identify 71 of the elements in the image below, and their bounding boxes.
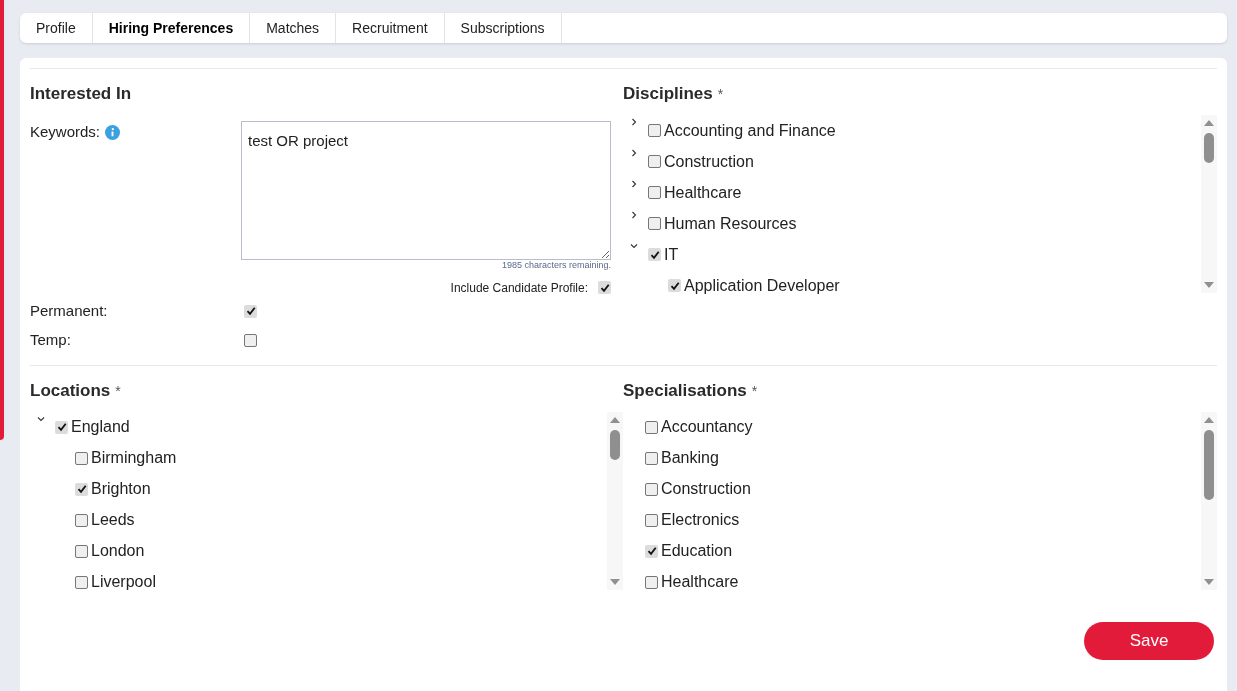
- checkbox-label: Temp:: [30, 329, 72, 350]
- checkbox[interactable]: [645, 544, 658, 558]
- tab[interactable]: Profile: [20, 13, 93, 43]
- tab[interactable]: Recruitment: [336, 13, 445, 43]
- list-item-label[interactable]: England: [71, 415, 130, 439]
- section-heading: Locations: [30, 379, 111, 402]
- list-item-label[interactable]: Healthcare: [664, 180, 742, 205]
- tab[interactable]: Subscriptions: [444, 13, 562, 43]
- checkbox[interactable]: [244, 304, 257, 318]
- checkbox[interactable]: [75, 575, 88, 589]
- scroll-up-icon[interactable]: [1203, 119, 1215, 127]
- checkbox[interactable]: [645, 451, 658, 465]
- list-item-label[interactable]: Birmingham: [91, 446, 177, 470]
- keywords-field[interactable]: test OR project: [241, 121, 611, 260]
- list-item-label[interactable]: Healthcare: [661, 570, 739, 594]
- list-item-label[interactable]: Brighton: [91, 477, 151, 501]
- section-heading: Interested In: [30, 83, 132, 105]
- required-mark: *: [717, 85, 724, 104]
- scrollbar[interactable]: [607, 411, 623, 590]
- scrollbar-thumb[interactable]: [1204, 429, 1214, 500]
- list-item-label[interactable]: Accounting and Finance: [664, 118, 836, 143]
- checkbox[interactable]: [645, 575, 658, 589]
- checkbox[interactable]: [75, 451, 88, 465]
- checkbox[interactable]: [648, 248, 661, 261]
- checkbox[interactable]: [55, 420, 68, 434]
- list-item-label[interactable]: Construction: [664, 149, 754, 174]
- scroll-up-icon[interactable]: [1203, 415, 1215, 424]
- checkbox-label: Permanent:: [30, 300, 109, 321]
- checkbox[interactable]: [648, 217, 661, 230]
- section-heading: Disciplines: [623, 83, 713, 105]
- field-label: Keywords:: [30, 121, 101, 142]
- tab[interactable]: Hiring Preferences: [92, 13, 251, 43]
- list-item-label[interactable]: Accountancy: [661, 415, 753, 439]
- checkbox-label: Include Candidate Profile:: [450, 279, 588, 297]
- checkbox[interactable]: [75, 513, 88, 527]
- checkbox[interactable]: [244, 333, 257, 347]
- list-item-label[interactable]: Human Resources: [664, 211, 797, 236]
- checkbox[interactable]: [645, 420, 658, 434]
- list-item-label[interactable]: Application Developer: [684, 273, 840, 298]
- scrollbar-thumb[interactable]: [1204, 133, 1214, 163]
- scrollbar[interactable]: [1201, 115, 1217, 293]
- list-item-label[interactable]: IT: [664, 242, 679, 267]
- required-mark: *: [115, 381, 121, 401]
- scroll-down-icon[interactable]: [1203, 577, 1215, 586]
- checkbox[interactable]: [75, 544, 88, 558]
- tab[interactable]: Matches: [250, 13, 337, 43]
- list-item-label[interactable]: Electronics: [661, 508, 740, 532]
- list-item-label[interactable]: Construction: [661, 477, 751, 501]
- scroll-down-icon[interactable]: [1203, 281, 1215, 289]
- info-icon[interactable]: [105, 124, 121, 140]
- save-button[interactable]: Save: [1084, 621, 1214, 660]
- checkbox[interactable]: [645, 513, 658, 527]
- list-item-label[interactable]: Liverpool: [91, 570, 156, 594]
- checkbox[interactable]: [645, 482, 658, 496]
- checkbox[interactable]: [75, 482, 88, 496]
- list-item-label[interactable]: London: [91, 539, 145, 563]
- checkbox[interactable]: [648, 124, 661, 137]
- list-item-label[interactable]: Banking: [661, 446, 719, 470]
- scrollbar[interactable]: [1201, 411, 1217, 590]
- checkbox[interactable]: [648, 155, 661, 168]
- scroll-down-icon[interactable]: [609, 577, 621, 586]
- checkbox[interactable]: [648, 186, 661, 199]
- scroll-up-icon[interactable]: [609, 415, 621, 424]
- list-item-label[interactable]: Leeds: [91, 508, 135, 532]
- scrollbar-thumb[interactable]: [610, 429, 620, 460]
- section-heading: Specialisations: [623, 379, 747, 402]
- checkbox[interactable]: [598, 281, 611, 294]
- checkbox[interactable]: [668, 279, 681, 292]
- characters-remaining: 1985 characters remaining.: [501, 259, 611, 272]
- list-item-label[interactable]: Education: [661, 539, 733, 563]
- required-mark: *: [751, 381, 758, 401]
